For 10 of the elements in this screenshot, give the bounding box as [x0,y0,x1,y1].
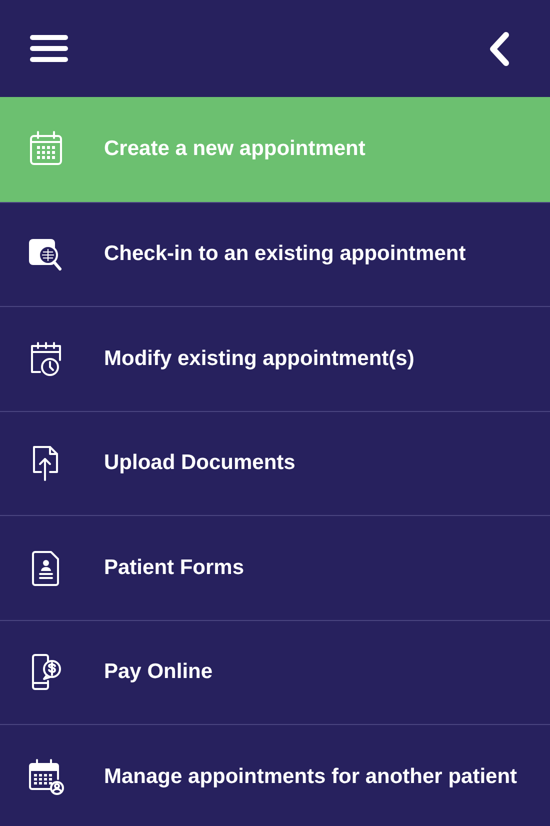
menu-item-label: Patient Forms [104,554,244,581]
menu-item-label: Manage appointments for another patient [104,764,518,790]
menu-button[interactable] [30,35,68,62]
menu-item-label: Pay Online [104,659,213,686]
back-icon[interactable] [488,32,510,66]
menu-item-label: Upload Documents [104,450,296,476]
menu-item-label: Check-in to an existing appointment [104,241,466,268]
menu-item-label: Create a new appointment [104,136,366,162]
calendar-person-icon [26,756,66,797]
menu-item-label: Modify existing appointment(s) [104,346,414,372]
